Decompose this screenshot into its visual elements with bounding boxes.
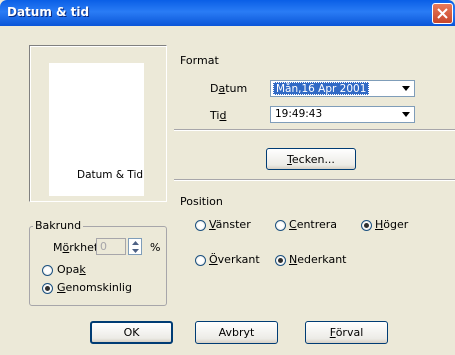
morkhet-spinner[interactable] <box>128 238 142 255</box>
forval-button[interactable]: Förval <box>305 321 388 344</box>
chevron-down-icon <box>401 112 410 117</box>
close-button[interactable] <box>432 3 453 24</box>
centrera-label: Centrera <box>289 218 338 231</box>
position-heading: Position <box>180 195 223 208</box>
forval-button-label: Förval <box>329 326 364 339</box>
nederkant-label: Nederkant <box>289 253 347 266</box>
spin-up-icon[interactable] <box>129 239 141 246</box>
vanster-label: Vänster <box>209 218 251 231</box>
dialog-window: Datum & tid Datum & Tid Bakrund Mörkhet … <box>0 0 455 355</box>
opak-radio[interactable] <box>42 265 53 276</box>
tid-value: 19:49:43 <box>275 108 323 120</box>
tecken-button-label: Tecken... <box>287 152 335 166</box>
overkant-label: Överkant <box>209 253 260 266</box>
tecken-button[interactable]: Tecken... <box>266 148 356 170</box>
position-separator <box>174 179 455 181</box>
title-bar: Datum & tid <box>0 0 455 26</box>
datum-label: Datum <box>210 82 248 95</box>
tid-dropdown-button[interactable] <box>398 108 413 121</box>
tid-label: Tid <box>210 109 227 122</box>
overkant-radio[interactable] <box>195 255 206 266</box>
tid-select[interactable]: 19:49:43 <box>270 106 415 123</box>
bakrund-heading: Bakrund <box>33 219 84 232</box>
chevron-down-icon <box>401 86 410 91</box>
preview-panel: Datum & Tid <box>29 45 167 202</box>
datum-value: Mån,16 Apr 2001 <box>273 82 370 95</box>
window-title: Datum & tid <box>7 5 90 19</box>
morkhet-value: 0 <box>100 240 107 253</box>
ok-button[interactable]: OK <box>90 321 173 344</box>
format-heading: Format <box>180 54 219 67</box>
format-separator <box>174 129 455 131</box>
avbryt-button-label: Avbryt <box>218 326 255 339</box>
hoger-label: Höger <box>375 218 409 231</box>
datum-dropdown-button[interactable] <box>398 82 413 95</box>
vanster-radio[interactable] <box>195 220 206 231</box>
morkhet-label: Mörkhet <box>53 241 99 254</box>
percent-label: % <box>150 241 161 254</box>
centrera-radio[interactable] <box>275 220 286 231</box>
ok-button-label: OK <box>123 326 140 339</box>
close-icon <box>437 8 448 19</box>
opak-label: Opak <box>57 263 86 276</box>
avbryt-button[interactable]: Avbryt <box>195 321 278 344</box>
preview-label: Datum & Tid <box>77 169 144 181</box>
genomskinlig-label: Genomskinlig <box>57 281 132 294</box>
datum-select[interactable]: Mån,16 Apr 2001 <box>270 80 415 97</box>
hoger-radio[interactable] <box>361 220 372 231</box>
genomskinlig-radio[interactable] <box>42 283 53 294</box>
spin-down-icon[interactable] <box>129 247 141 254</box>
nederkant-radio[interactable] <box>275 255 286 266</box>
morkhet-input[interactable]: 0 <box>96 238 126 255</box>
